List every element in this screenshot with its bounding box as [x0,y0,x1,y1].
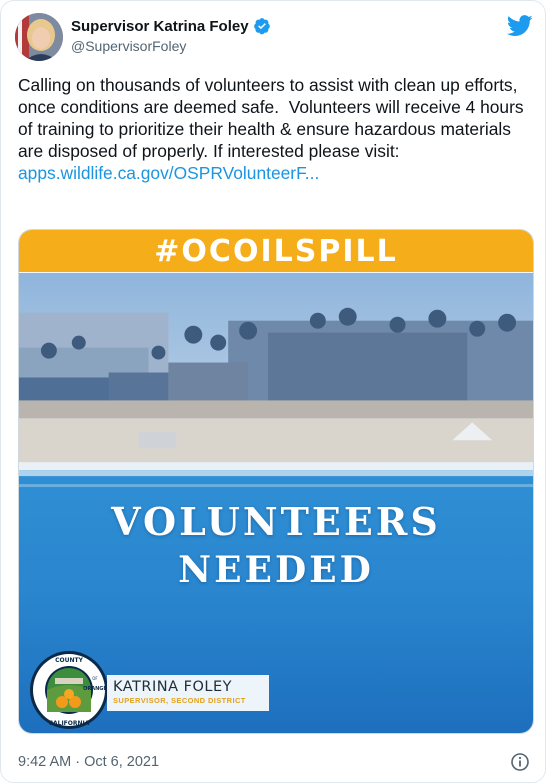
tweet-link[interactable]: apps.wildlife.ca.gov/OSPRVolunteerF... [18,162,530,184]
headline-line2: NEEDED [178,549,374,591]
verified-badge-icon [253,17,271,35]
twitter-bird-icon[interactable] [506,15,533,37]
badge-name: KATRINA FOLEY [113,679,232,695]
avatar[interactable] [15,13,63,61]
headline-line1: VOLUNTEERS [111,499,441,544]
tweet-footer: 9:42 AM · Oct 6, 2021 [18,752,530,774]
seal-mid-text: OF [92,676,98,681]
seal-right-text: ORANGE [83,686,107,692]
tweet-timestamp[interactable]: 9:42 AM · Oct 6, 2021 [18,754,159,770]
user-handle[interactable]: @SupervisorFoley [71,38,186,54]
tweet-card: Supervisor Katrina Foley @SupervisorFole… [0,0,546,783]
hashtag-banner: #OCOILSPILL [19,230,533,272]
seal-top-text: COUNTY [55,657,83,664]
tweet-body: Calling on thousands of volunteers to as… [18,74,530,184]
name-row: Supervisor Katrina Foley [71,17,271,35]
display-name[interactable]: Supervisor Katrina Foley [71,18,249,35]
seal-bottom-text: CALIFORNIA [49,720,90,727]
tweet-header: Supervisor Katrina Foley @SupervisorFole… [15,13,533,63]
tweet-body-text: Calling on thousands of volunteers to as… [18,75,529,161]
info-icon[interactable] [510,752,530,772]
volunteers-needed-headline: VOLUNTEERS NEEDED [19,500,533,592]
banner-hashtag: #OCOILSPILL [154,233,398,269]
supervisor-name-badge: KATRINA FOLEY SUPERVISOR, SECOND DISTRIC… [107,675,269,711]
badge-title: SUPERVISOR, SECOND DISTRICT [113,696,246,705]
tweet-media-image[interactable]: #OCOILSPILL VOLUNTEERS NEEDED COUNTY OF … [18,229,534,734]
county-seal-logo: COUNTY OF ORANGE CALIFORNIA [30,651,108,729]
